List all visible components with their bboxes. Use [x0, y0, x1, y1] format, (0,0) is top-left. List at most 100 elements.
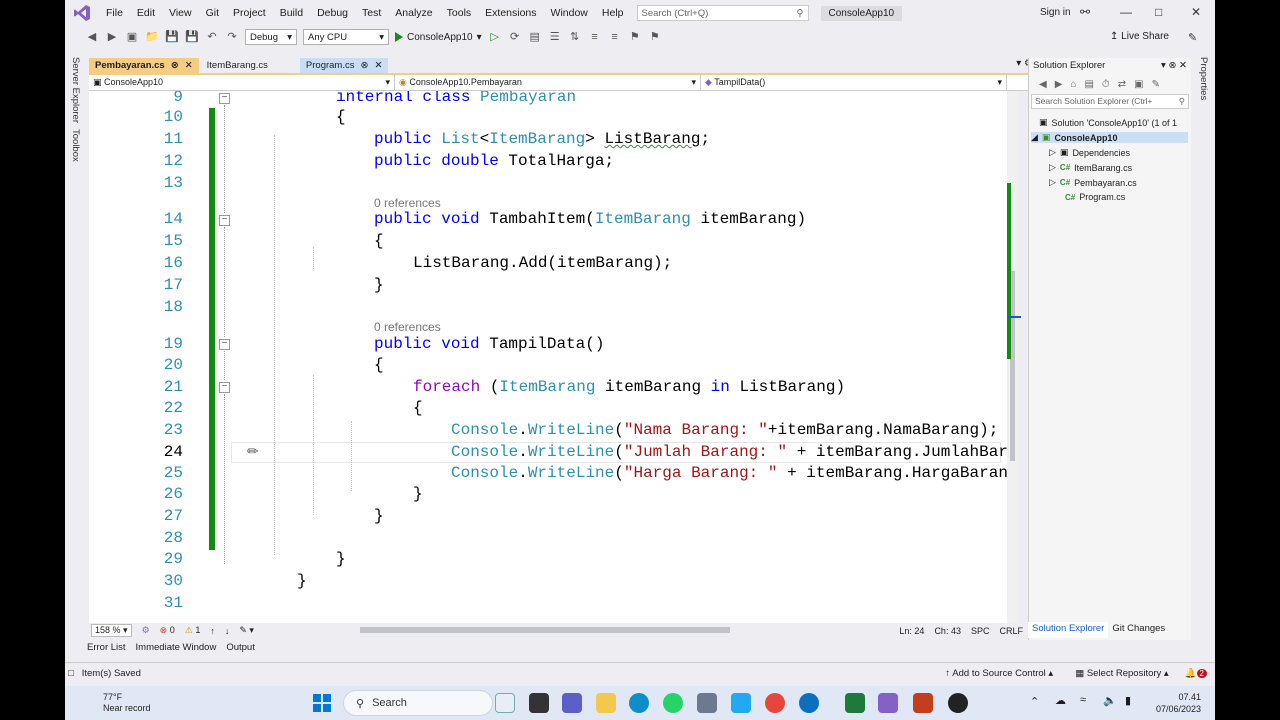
menu-git[interactable]: Git [199, 7, 226, 19]
tree-program[interactable]: C# Program.cs [1065, 192, 1125, 202]
tree-pembayaran[interactable]: ▷ C# Pembayaran.cs [1049, 177, 1137, 188]
whitespace-indicator[interactable]: SPC [971, 626, 990, 636]
step-icon[interactable]: ⇅ [568, 30, 582, 44]
panel-controls-icon[interactable]: ▾ ⊗ ✕ [1161, 60, 1187, 72]
powerpoint-icon[interactable] [913, 693, 933, 713]
windows-start-icon[interactable] [313, 694, 331, 712]
hot-reload-icon[interactable]: ⟳ [508, 30, 522, 44]
configuration-dropdown[interactable]: Debug ▾ [245, 29, 297, 45]
close-icon[interactable]: ✕ [374, 60, 382, 71]
back-icon[interactable]: ◀ [1039, 79, 1047, 90]
teams-icon[interactable] [562, 693, 582, 713]
forward-icon[interactable]: ▶ [1055, 79, 1063, 90]
global-search-input[interactable]: Search (Ctrl+Q) ⚲ [636, 5, 809, 21]
codelens-references[interactable]: 0 references [374, 320, 441, 334]
system-clock[interactable]: 07.41 07/06/2023 [1156, 691, 1201, 715]
collapse-icon[interactable]: − [219, 382, 230, 393]
edge-icon[interactable] [629, 693, 649, 713]
visual-studio-taskbar-icon[interactable] [878, 693, 898, 713]
tree-dependencies[interactable]: ▷ ▣ Dependencies [1049, 147, 1130, 158]
back-icon[interactable]: ◀ [85, 30, 99, 44]
collapse-icon[interactable]: − [219, 339, 230, 350]
menu-project[interactable]: Project [226, 7, 273, 19]
codelens-references[interactable]: 0 references [374, 196, 441, 210]
close-icon[interactable]: ✕ [1191, 5, 1201, 19]
maximize-icon[interactable]: □ [1155, 5, 1162, 19]
tab-error-list[interactable]: Error List [87, 642, 126, 658]
minimize-icon[interactable]: — [1120, 5, 1132, 19]
whatsapp-icon[interactable] [663, 693, 683, 713]
menu-help[interactable]: Help [595, 7, 631, 19]
start-debugging-button[interactable]: ConsoleApp10 ▾ [395, 32, 482, 43]
task-view-icon[interactable] [529, 693, 549, 713]
save-icon[interactable]: 💾 [165, 30, 179, 44]
pin-icon[interactable]: ⊗ [171, 60, 179, 71]
save-all-icon[interactable]: 💾 [185, 30, 199, 44]
tree-project[interactable]: ◢ ▣ ConsoleApp10 [1031, 132, 1188, 143]
toolbox-tab[interactable]: Toolbox [70, 129, 81, 162]
tray-chevron-icon[interactable]: ⌃ [1030, 695, 1039, 708]
tab-itembarang[interactable]: ItemBarang.cs [201, 58, 274, 73]
tree-solution[interactable]: ▣ Solution 'ConsoleApp10' (1 of 1 [1039, 117, 1177, 128]
collapse-all-icon[interactable]: ▣ [1134, 79, 1143, 90]
column-indicator[interactable]: Ch: 43 [934, 626, 961, 636]
tab-immediate-window[interactable]: Immediate Window [136, 642, 217, 658]
menu-edit[interactable]: Edit [130, 7, 162, 19]
menu-view[interactable]: View [162, 7, 199, 19]
tab-program[interactable]: Program.cs ⊗ ✕ [299, 58, 389, 73]
excel-icon[interactable] [845, 693, 865, 713]
battery-icon[interactable]: ▮ [1125, 694, 1131, 707]
start-without-debugging-icon[interactable]: ▷ [488, 30, 502, 44]
uncomment-icon[interactable]: ≡ [608, 30, 622, 44]
platform-dropdown[interactable]: Any CPU ▾ [303, 29, 389, 45]
brush-icon[interactable]: ✎ ▾ [239, 625, 254, 636]
cloud-icon[interactable]: ☁ [1055, 694, 1066, 707]
file-explorer-icon[interactable] [596, 693, 616, 713]
settings-app-icon[interactable] [697, 693, 717, 713]
member-dropdown[interactable]: ◆ TampilData() ▾ [701, 75, 1007, 90]
feedback-icon[interactable]: ✎ [1188, 31, 1197, 44]
type-dropdown[interactable]: ◉ ConsoleApp10.Pembayaran ▾ [395, 75, 701, 90]
bookmark-icon[interactable]: ⚑ [628, 30, 642, 44]
errors-indicator[interactable]: ⊗ 0 [160, 625, 175, 636]
properties-icon[interactable]: ✎ [1152, 79, 1160, 90]
up-arrow-icon[interactable]: ↑ [210, 626, 215, 636]
bookmark-prev-icon[interactable]: ⚑ [648, 30, 662, 44]
notifications-icon[interactable]: 🔔 2 [1185, 668, 1207, 679]
tab-git-changes[interactable]: Git Changes [1108, 622, 1169, 638]
menu-build[interactable]: Build [273, 7, 310, 19]
warnings-indicator[interactable]: ⚠ 1 [185, 625, 201, 636]
live-share-button[interactable]: ↥ Live Share [1110, 31, 1169, 42]
line-ending-indicator[interactable]: CRLF [999, 626, 1027, 636]
obs-icon[interactable] [948, 693, 968, 713]
tab-pembayaran[interactable]: Pembayaran.cs ⊗ ✕ [89, 58, 199, 73]
quick-actions-brush-icon[interactable]: ✏ [247, 443, 259, 460]
home-icon[interactable]: ⌂ [1070, 79, 1076, 90]
menu-file[interactable]: File [99, 7, 130, 19]
down-arrow-icon[interactable]: ↓ [225, 626, 230, 636]
select-repository-button[interactable]: ▦ Select Repository ▴ [1075, 668, 1169, 679]
new-item-icon[interactable]: ▣ [125, 30, 139, 44]
forward-icon[interactable]: ▶ [105, 30, 119, 44]
edge-dev-icon[interactable] [799, 693, 819, 713]
properties-tab[interactable]: Properties [1198, 57, 1209, 100]
redo-icon[interactable]: ↷ [225, 30, 239, 44]
weather-widget[interactable]: 77°F Near record [103, 692, 151, 714]
zoom-dropdown[interactable]: 158 % ▾ [91, 624, 132, 637]
tree-itembarang[interactable]: ▷ C# ItemBarang.cs [1049, 162, 1132, 173]
collapse-icon[interactable]: − [219, 93, 230, 104]
intellicode-icon[interactable]: ⚙ [142, 625, 150, 636]
chrome-icon[interactable] [765, 693, 785, 713]
editor-vertical-scrollbar[interactable] [1007, 91, 1021, 623]
wifi-icon[interactable]: ≈ [1080, 694, 1086, 706]
tab-output[interactable]: Output [226, 642, 255, 658]
code-editor[interactable]: 9 10 11 12 13 14 15 16 17 18 19 20 21 22 23 24 25 26 27 28 2… [89, 91, 1007, 623]
menu-tools[interactable]: Tools [440, 7, 479, 19]
line-indicator[interactable]: Ln: 24 [899, 626, 924, 636]
browse-icon[interactable]: ▤ [528, 30, 542, 44]
switch-views-icon[interactable]: ▤ [1084, 79, 1093, 90]
sign-in-link[interactable]: Sign in [1040, 7, 1071, 18]
project-dropdown[interactable]: ▣ ConsoleApp10 ▾ [89, 75, 395, 90]
format-icon[interactable]: ☰ [548, 30, 562, 44]
add-to-source-control-button[interactable]: ↑ Add to Source Control ▴ [945, 668, 1053, 679]
